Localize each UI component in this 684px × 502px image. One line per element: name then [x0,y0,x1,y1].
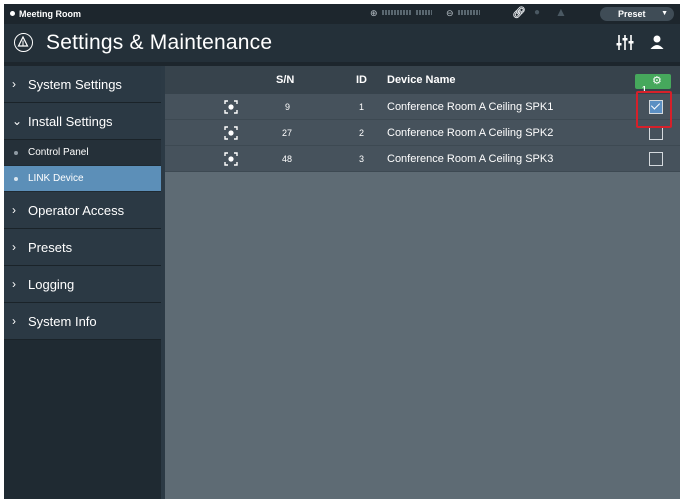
column-header-id: ID [356,74,367,86]
room-indicator: Meeting Room [10,9,81,19]
sidebar-subitem-control-panel[interactable]: Control Panel [4,140,161,166]
sidebar-subitem-label: LINK Device [28,173,84,184]
chevron-down-icon: ⌄ [12,114,23,128]
sidebar-item-presets[interactable]: › Presets [4,229,161,266]
row-checkbox[interactable] [649,126,663,140]
title-bar: Settings & Maintenance [4,24,680,62]
sidebar-item-system-settings[interactable]: › System Settings [4,66,161,103]
sidebar-item-logging[interactable]: › Logging [4,266,161,303]
sidebar-item-label: Logging [28,277,75,292]
user-icon[interactable] [649,34,665,55]
row-checkbox[interactable] [649,152,663,166]
preset-dropdown[interactable]: Preset ▼ [600,7,674,21]
table-header: S/N ID Device Name 1 ⚙ [165,66,680,94]
chevron-right-icon: › [12,277,16,291]
sidebar-subitem-label: Control Panel [28,147,89,158]
bullet-icon [14,177,18,181]
cell-id: 1 [359,102,365,112]
device-list-panel: S/N ID Device Name 1 ⚙ 9 1 Conference Roo… [165,66,680,499]
selected-count-badge[interactable]: 1 ⚙ [635,74,671,94]
room-name: Meeting Room [19,9,81,19]
callout-highlight-box [636,91,672,128]
table-row[interactable]: 48 3 Conference Room A Ceiling SPK3 [165,146,680,172]
sidebar: › System Settings ⌄ Install Settings Contr… [4,66,161,499]
sidebar-item-label: System Info [28,314,97,329]
mixer-sliders-icon[interactable] [616,34,634,56]
cell-device-name: Conference Room A Ceiling SPK2 [387,127,554,139]
cell-device-name: Conference Room A Ceiling SPK3 [387,153,554,165]
column-header-sn: S/N [276,74,295,86]
chevron-right-icon: › [12,314,16,328]
link-icon: 🔗︎ [512,7,526,19]
sidebar-item-operator-access[interactable]: › Operator Access [4,192,161,229]
sidebar-item-label: Operator Access [28,203,125,218]
chevron-right-icon: › [12,77,16,91]
sidebar-subitem-link-device[interactable]: LINK Device [4,166,161,192]
cell-id: 2 [359,128,365,138]
preset-label: Preset [618,9,646,19]
chevron-down-icon: ▼ [661,10,668,17]
table-row[interactable]: 9 1 Conference Room A Ceiling SPK1 [165,94,680,120]
chevron-right-icon: › [12,203,16,217]
identify-icon[interactable] [224,100,238,114]
sidebar-item-system-info[interactable]: › System Info [4,303,161,340]
sidebar-item-label: System Settings [28,77,122,92]
cell-device-name: Conference Room A Ceiling SPK1 [387,101,554,113]
cell-sn: 9 [285,102,291,112]
audio-technica-logo-icon [14,33,33,52]
app-window: Meeting Room ⊕ ⊖ 🔗︎ ● ▲ Preset ▼ Settings… [4,4,680,499]
warning-icon: ▲ [555,5,567,19]
input-level-meter: ⊕ [370,8,432,19]
output-level-meter: ⊖ [446,8,480,19]
identify-icon[interactable] [224,152,238,166]
gear-icon: ⚙ [652,75,662,87]
cell-sn: 48 [282,154,293,164]
input-arrow-icon: ⊕ [370,8,378,18]
record-icon: ● [534,7,541,18]
sidebar-item-install-settings[interactable]: ⌄ Install Settings [4,103,161,140]
cell-id: 3 [359,154,365,164]
sidebar-item-label: Install Settings [28,114,113,129]
column-header-device-name: Device Name [387,74,456,86]
page-title: Settings & Maintenance [46,31,273,54]
identify-icon[interactable] [224,126,238,140]
sidebar-item-label: Presets [28,240,73,255]
room-dot-icon [10,11,15,16]
output-arrow-icon: ⊖ [446,8,454,18]
table-row[interactable]: 27 2 Conference Room A Ceiling SPK2 [165,120,680,146]
status-bar: Meeting Room ⊕ ⊖ 🔗︎ ● ▲ Preset ▼ [4,4,680,24]
cell-sn: 27 [282,128,293,138]
bullet-icon [14,151,18,155]
chevron-right-icon: › [12,240,16,254]
